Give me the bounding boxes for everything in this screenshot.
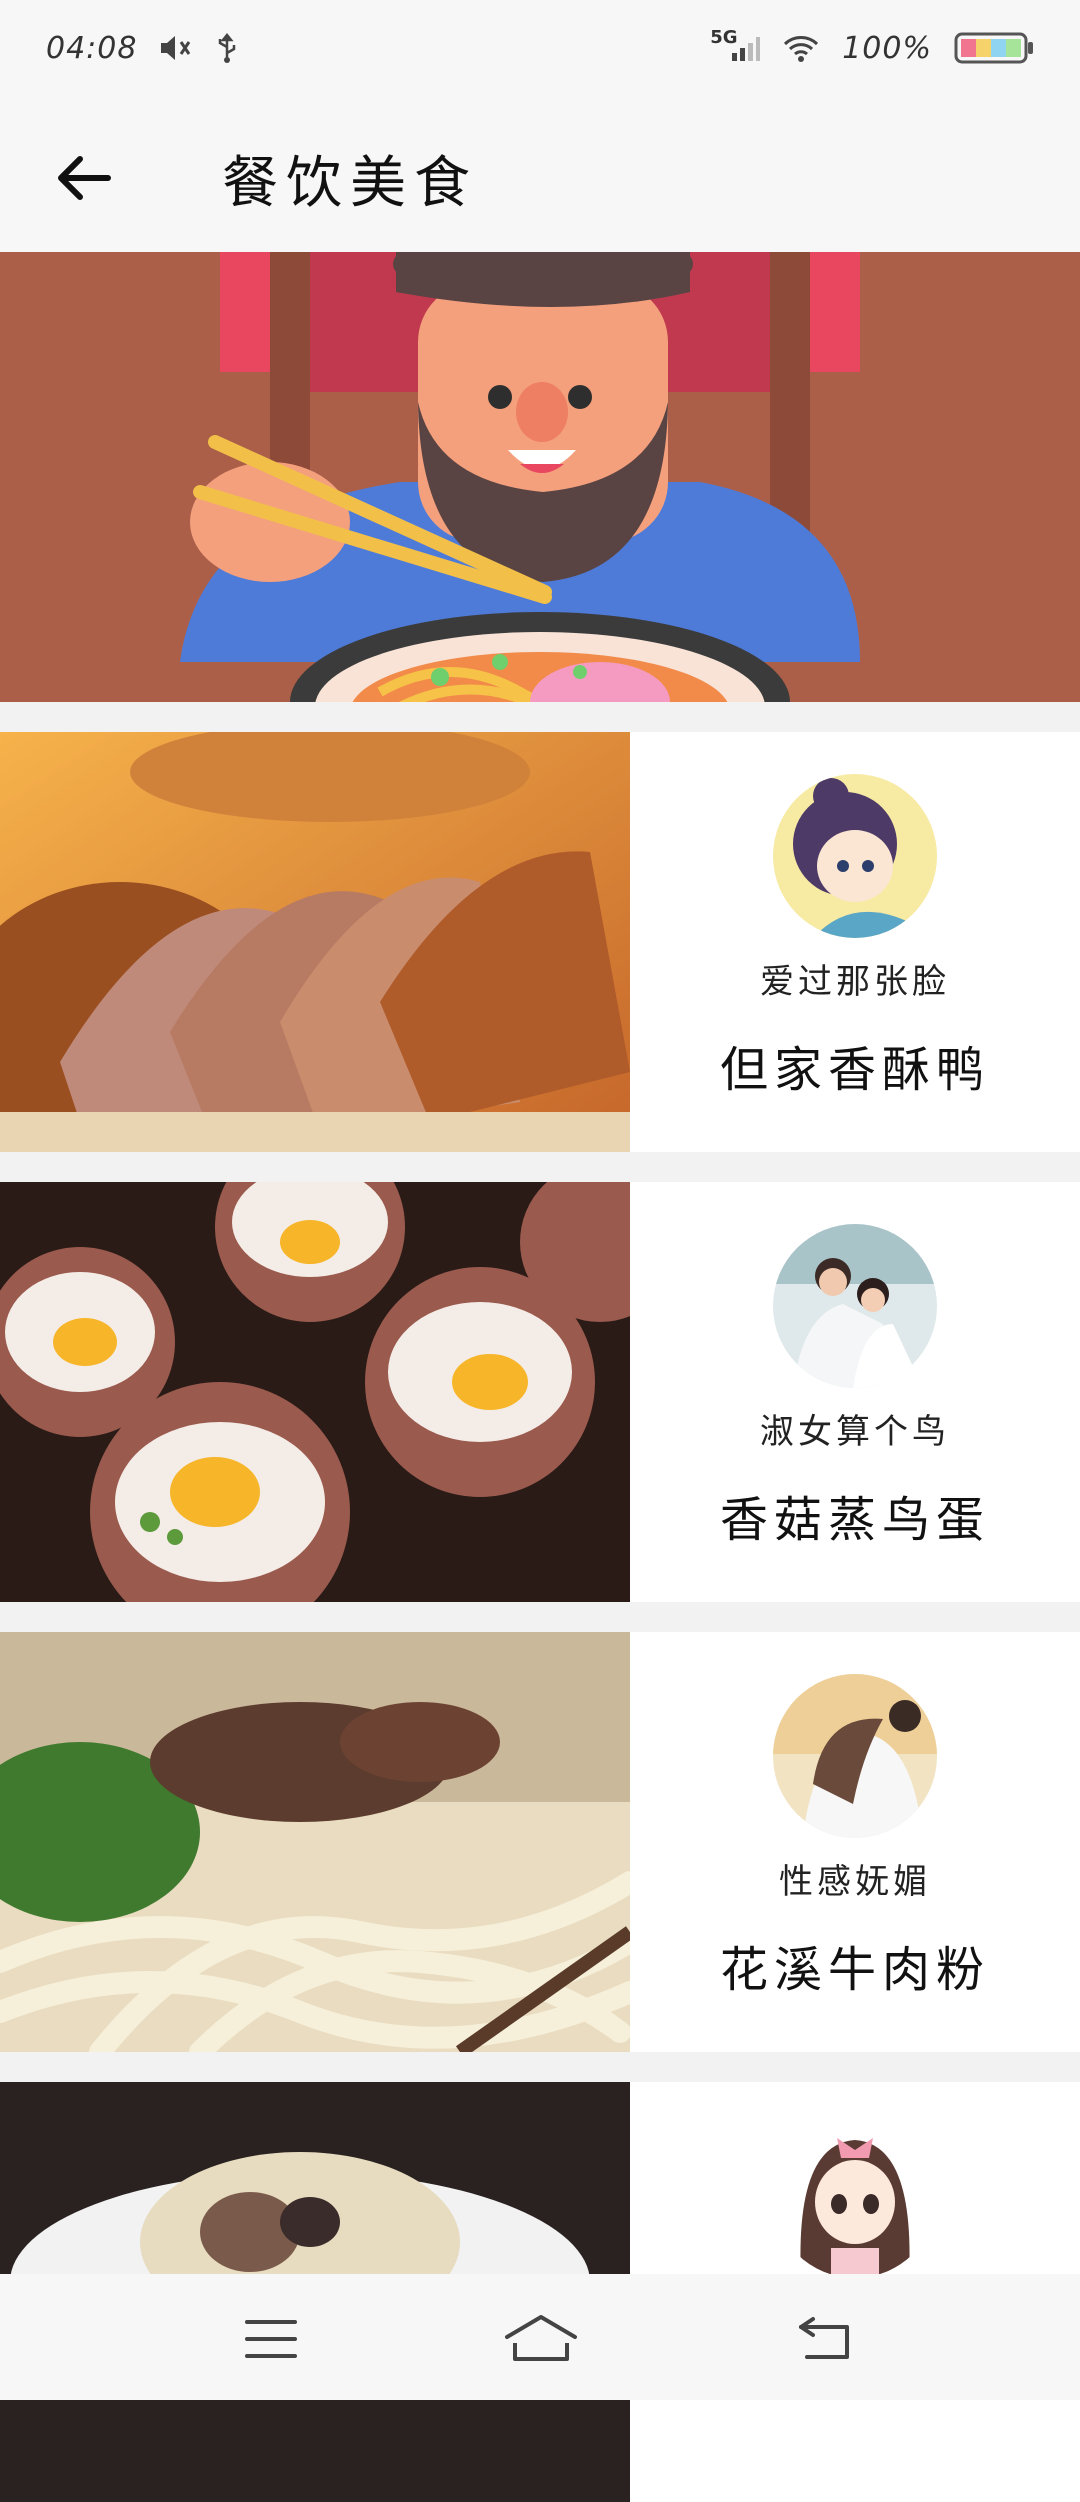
mushroom-quail-egg-photo	[0, 1182, 630, 1602]
item-info: 爱过那张脸 但家香酥鸭	[630, 732, 1080, 1152]
banner-illustration	[0, 252, 1080, 702]
banner-image[interactable]	[0, 252, 1080, 702]
mute-icon	[159, 33, 193, 63]
avatar[interactable]	[773, 1674, 937, 1838]
couple-avatar	[773, 1224, 937, 1388]
wifi-icon	[782, 33, 820, 63]
return-button[interactable]	[780, 2304, 870, 2374]
signal-icon: 5G	[710, 27, 761, 63]
return-icon	[799, 2317, 849, 2359]
battery-percent: 100%	[842, 30, 932, 66]
home-button[interactable]	[496, 2304, 586, 2374]
menu-icon	[245, 2320, 297, 2358]
status-right: 5G 100%	[710, 27, 1034, 66]
menu-button[interactable]	[226, 2304, 316, 2374]
avatar[interactable]	[773, 2114, 937, 2278]
network-type: 5G	[710, 27, 738, 48]
list-item[interactable]: 性感妩媚 花溪牛肉粉	[0, 1632, 1080, 2052]
author-name: 性感妩媚	[779, 1862, 931, 1902]
cartoon-girl-avatar	[773, 774, 937, 938]
home-icon	[505, 2315, 577, 2361]
food-image	[0, 1632, 630, 2052]
avatar[interactable]	[773, 1224, 937, 1388]
arrow-left-icon	[58, 156, 111, 200]
author-name: 爱过那张脸	[760, 962, 950, 1002]
status-time: 04:08	[46, 30, 138, 66]
item-info: 淑女算个鸟 香菇蒸鸟蛋	[630, 1182, 1080, 1602]
list-item[interactable]: 爱过那张脸 但家香酥鸭	[0, 732, 1080, 1152]
usb-icon	[215, 33, 239, 63]
status-left: 04:08	[46, 31, 239, 66]
beef-noodle-photo	[0, 1632, 630, 2052]
dish-name: 花溪牛肉粉	[719, 1942, 990, 1998]
anime-girl-avatar	[773, 2114, 937, 2278]
avatar[interactable]	[773, 774, 937, 938]
system-nav-bar	[0, 2274, 1080, 2400]
roast-duck-photo	[0, 732, 630, 1152]
item-info: 性感妩媚 花溪牛肉粉	[630, 1632, 1080, 2052]
dish-name: 但家香酥鸭	[719, 1042, 990, 1098]
author-name: 淑女算个鸟	[760, 1412, 950, 1452]
battery-icon	[954, 31, 1034, 65]
back-button[interactable]	[42, 136, 126, 220]
status-bar: 04:08 5G 100%	[0, 0, 1080, 96]
page-title: 餐饮美食	[222, 151, 478, 216]
list-item[interactable]: 淑女算个鸟 香菇蒸鸟蛋	[0, 1182, 1080, 1602]
couple-hug-avatar	[773, 1674, 937, 1838]
food-image	[0, 1182, 630, 1602]
app-bar: 餐饮美食	[0, 96, 1080, 252]
dish-name: 香菇蒸鸟蛋	[719, 1492, 990, 1548]
food-image	[0, 732, 630, 1152]
